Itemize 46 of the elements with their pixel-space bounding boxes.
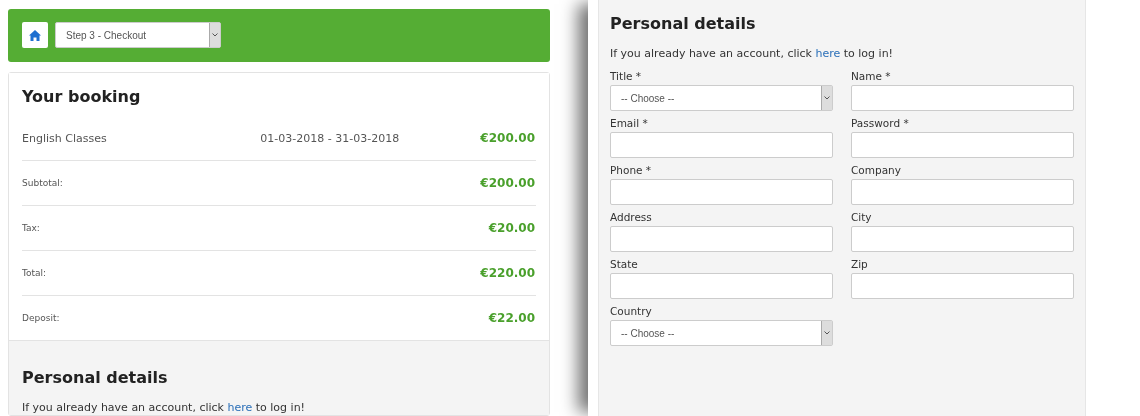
field-label: Zip [851, 258, 869, 270]
field-label: Name * [851, 70, 892, 82]
field-label: Country [610, 305, 653, 317]
caret-icon [824, 331, 830, 335]
field-label: Title * [610, 70, 643, 82]
home-icon [29, 29, 41, 41]
input-field[interactable] [851, 179, 1074, 205]
summary-value: €220.00 [480, 266, 535, 280]
item-dates: 01-03-2018 - 31-03-2018 [260, 131, 401, 145]
field-label: City [851, 211, 873, 223]
input-field[interactable] [610, 179, 833, 205]
caret-icon [212, 33, 218, 37]
input-field[interactable] [610, 226, 833, 252]
section-title: Personal details [610, 14, 757, 33]
field-label: State [610, 258, 639, 270]
caret-icon [824, 96, 830, 100]
input-field[interactable] [851, 226, 1074, 252]
input-field[interactable] [610, 273, 833, 299]
input-field[interactable] [610, 132, 833, 158]
field-label: Email * [610, 117, 649, 129]
section-title: Personal details [22, 368, 169, 387]
login-prompt: If you already have an account, click here to log in! [22, 401, 307, 414]
item-price: €200.00 [480, 131, 535, 145]
login-link[interactable]: here [227, 401, 253, 414]
login-prompt: If you already have an account, click here to log in! [610, 47, 895, 60]
field-label: Company [851, 164, 902, 176]
summary-label: Deposit: [22, 313, 61, 323]
summary-value: €20.00 [488, 221, 535, 235]
input-field[interactable] [851, 132, 1074, 158]
step-dropdown[interactable]: Step 3 - Checkout [55, 22, 221, 48]
summary-value: €22.00 [488, 311, 535, 325]
summary-value: €200.00 [480, 176, 535, 190]
login-link[interactable]: here [815, 47, 841, 60]
section-title: Your booking [22, 86, 142, 108]
summary-label: Tax: [22, 223, 41, 233]
dropdown-field[interactable]: -- Choose -- [610, 85, 833, 111]
field-label: Address [610, 211, 653, 223]
home-button[interactable] [22, 22, 48, 48]
summary-label: Total: [22, 268, 48, 278]
field-label: Phone * [610, 164, 653, 176]
field-label: Password * [851, 117, 910, 129]
input-field[interactable] [851, 85, 1074, 111]
item-name: English Classes [22, 131, 108, 145]
input-field[interactable] [851, 273, 1074, 299]
dropdown-field[interactable]: -- Choose -- [610, 320, 833, 346]
summary-label: Subtotal: [22, 178, 64, 188]
